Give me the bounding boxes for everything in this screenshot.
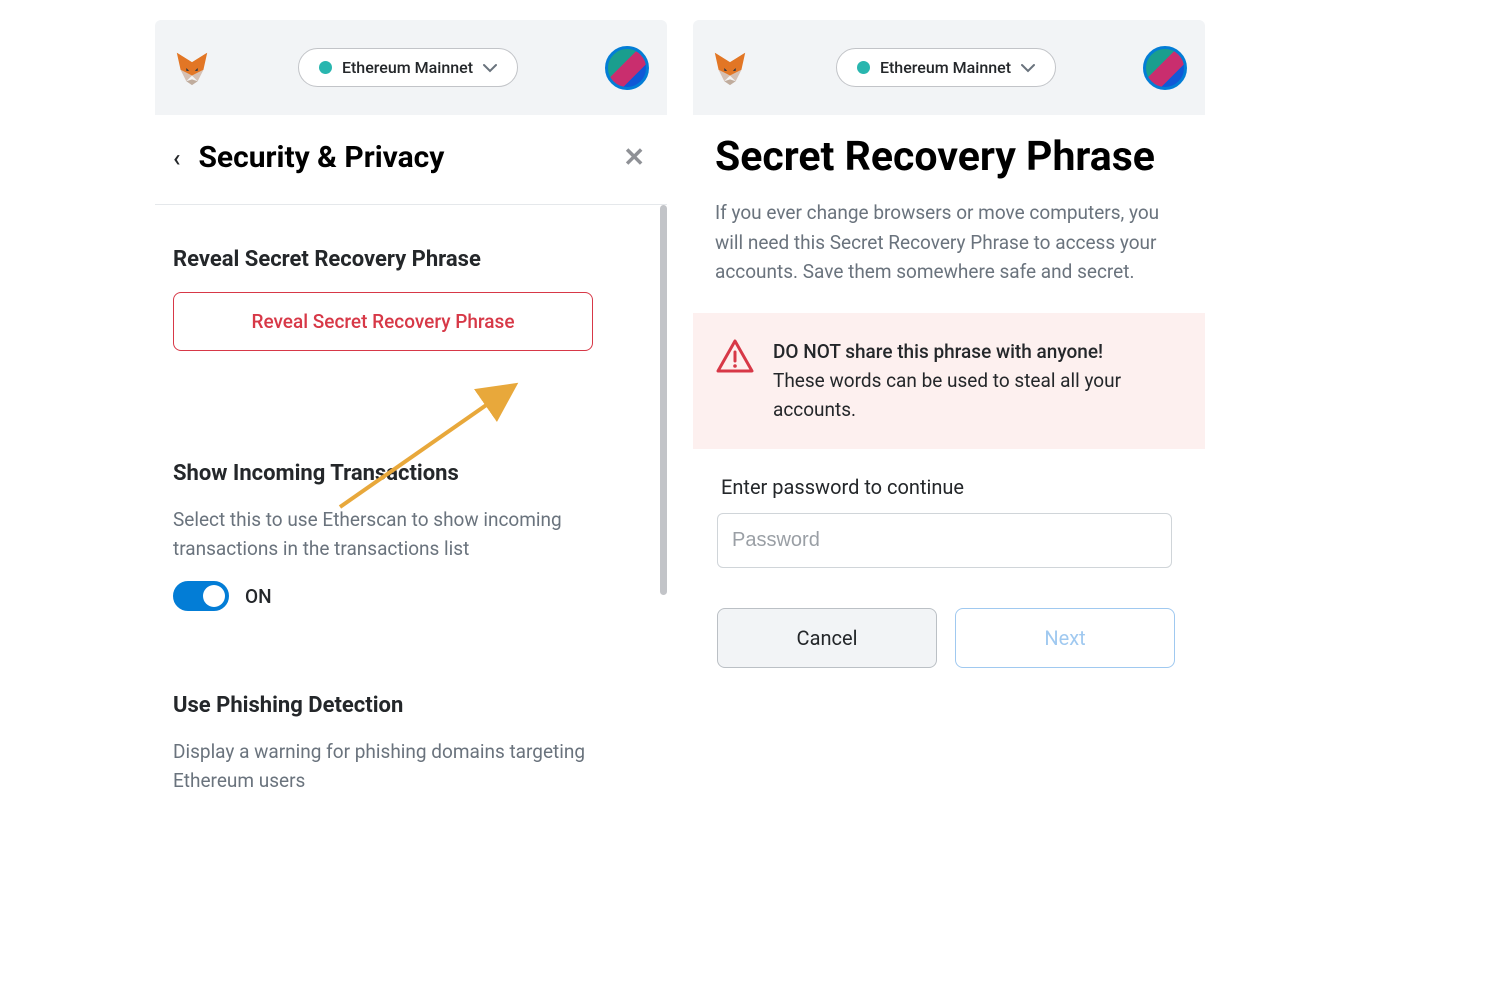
settings-security-privacy-panel: Ethereum Mainnet ‹ Security & Privacy ✕ …	[155, 20, 667, 972]
warning-text: DO NOT share this phrase with anyone! Th…	[773, 337, 1183, 425]
metamask-fox-icon	[173, 49, 211, 87]
scrollbar-thumb[interactable]	[660, 205, 667, 595]
account-avatar[interactable]	[1143, 46, 1187, 90]
scrollbar-track	[659, 205, 667, 972]
app-header: Ethereum Mainnet	[155, 20, 667, 115]
toggle-knob	[203, 585, 225, 607]
network-label: Ethereum Mainnet	[880, 58, 1011, 77]
close-icon[interactable]: ✕	[623, 143, 645, 173]
account-avatar[interactable]	[605, 46, 649, 90]
password-input[interactable]	[717, 513, 1172, 568]
show-incoming-tx-desc: Select this to use Etherscan to show inc…	[173, 506, 649, 563]
title-row: ‹ Security & Privacy ✕	[155, 115, 667, 205]
next-button[interactable]: Next	[955, 608, 1175, 668]
password-label: Enter password to continue	[715, 475, 1183, 499]
phishing-detection-desc: Display a warning for phishing domains t…	[173, 738, 649, 795]
show-incoming-tx-title: Show Incoming Transactions	[173, 461, 649, 486]
network-status-dot	[319, 61, 332, 74]
network-selector[interactable]: Ethereum Mainnet	[298, 48, 518, 87]
chevron-down-icon	[483, 63, 497, 73]
network-status-dot	[857, 61, 870, 74]
toggle-state-label: ON	[245, 585, 272, 608]
network-label: Ethereum Mainnet	[342, 58, 473, 77]
reveal-section-title: Reveal Secret Recovery Phrase	[173, 247, 649, 272]
warning-triangle-icon	[715, 337, 755, 377]
cancel-button[interactable]: Cancel	[717, 608, 937, 668]
back-arrow-icon[interactable]: ‹	[173, 144, 180, 172]
settings-content: Reveal Secret Recovery Phrase Reveal Sec…	[155, 205, 667, 972]
phishing-detection-title: Use Phishing Detection	[173, 693, 649, 718]
warning-line-1: DO NOT share this phrase with anyone!	[773, 337, 1183, 366]
reveal-content: Secret Recovery Phrase If you ever chang…	[693, 115, 1205, 972]
reveal-secret-recovery-phrase-button[interactable]: Reveal Secret Recovery Phrase	[173, 292, 593, 351]
show-incoming-tx-toggle[interactable]	[173, 581, 229, 611]
app-header: Ethereum Mainnet	[693, 20, 1205, 115]
metamask-fox-icon	[711, 49, 749, 87]
warning-box: DO NOT share this phrase with anyone! Th…	[693, 313, 1205, 449]
reveal-phrase-confirm-panel: Ethereum Mainnet Secret Recovery Phrase …	[693, 20, 1205, 972]
network-selector[interactable]: Ethereum Mainnet	[836, 48, 1056, 87]
chevron-down-icon	[1021, 63, 1035, 73]
page-title: Secret Recovery Phrase	[715, 133, 1183, 182]
warning-line-2: These words can be used to steal all you…	[773, 366, 1183, 425]
button-row: Cancel Next	[717, 608, 1183, 678]
page-description: If you ever change browsers or move comp…	[715, 198, 1183, 286]
page-title: Security & Privacy	[198, 140, 444, 175]
